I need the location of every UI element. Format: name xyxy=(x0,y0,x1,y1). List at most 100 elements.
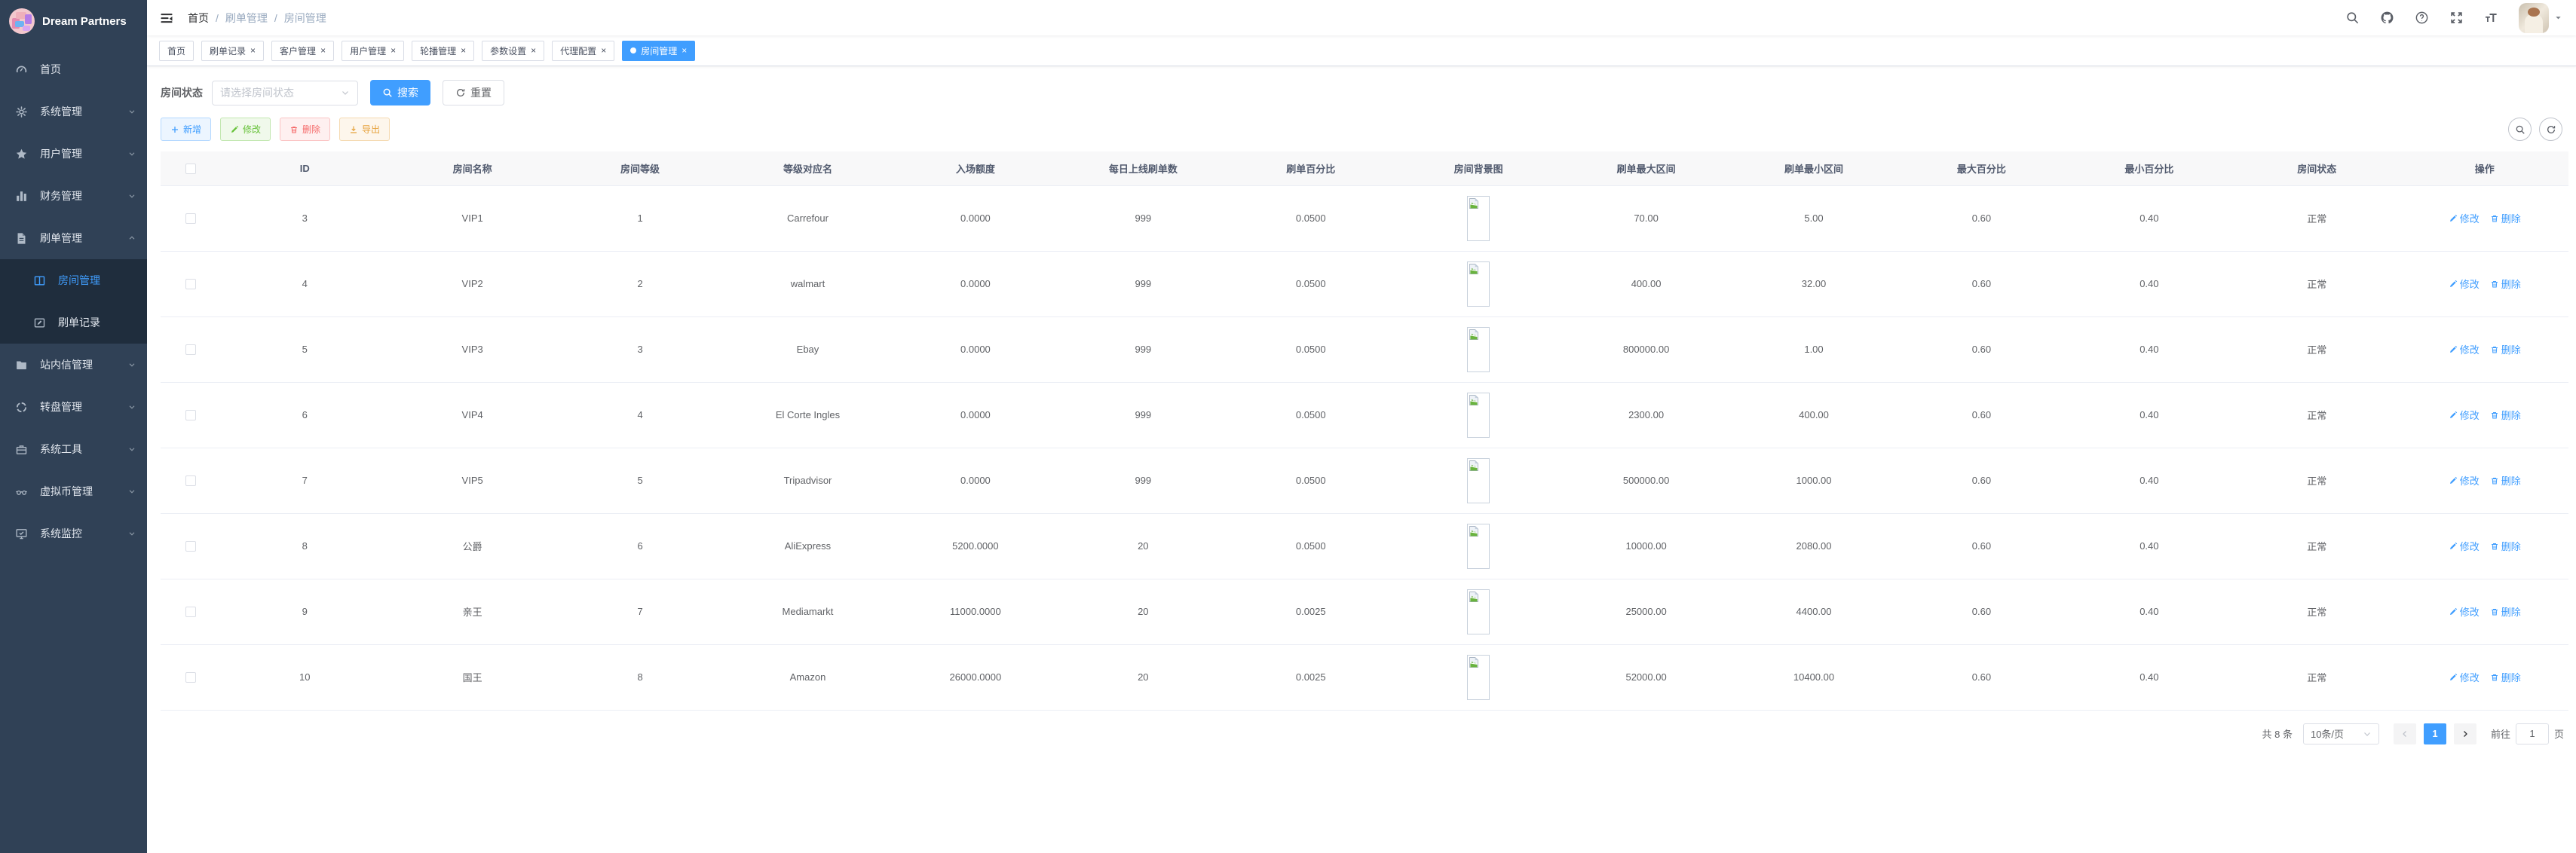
row-checkbox[interactable] xyxy=(185,410,196,420)
refresh-icon[interactable] xyxy=(2539,118,2562,141)
cell-min_range: 32.00 xyxy=(1730,251,1898,316)
row-checkbox[interactable] xyxy=(185,672,196,683)
room-background-image[interactable] xyxy=(1467,261,1490,307)
close-icon[interactable]: × xyxy=(250,46,256,55)
cell-actions: 修改删除 xyxy=(2400,579,2568,644)
row-edit-link[interactable]: 修改 xyxy=(2449,604,2480,619)
sidebar-subitem-刷单记录[interactable]: 刷单记录 xyxy=(0,301,147,344)
row-checkbox[interactable] xyxy=(185,607,196,617)
tab-房间管理[interactable]: 房间管理× xyxy=(622,41,695,61)
search-icon[interactable] xyxy=(2345,11,2360,25)
tab-轮播管理[interactable]: 轮播管理× xyxy=(412,41,474,61)
tab-首页[interactable]: 首页 xyxy=(159,41,194,61)
next-page-button[interactable] xyxy=(2454,723,2476,744)
close-icon[interactable]: × xyxy=(682,46,687,55)
cell-background-image xyxy=(1395,579,1562,644)
tab-刷单记录[interactable]: 刷单记录× xyxy=(201,41,264,61)
row-delete-link[interactable]: 删除 xyxy=(2490,539,2521,553)
close-icon[interactable]: × xyxy=(391,46,396,55)
font-size-icon[interactable] xyxy=(2484,11,2498,25)
room-background-image[interactable] xyxy=(1467,393,1490,438)
close-icon[interactable]: × xyxy=(531,46,536,55)
close-icon[interactable]: × xyxy=(601,46,606,55)
reset-button[interactable]: 重置 xyxy=(443,80,504,105)
delete-button[interactable]: 删除 xyxy=(280,118,330,141)
select-all-checkbox[interactable] xyxy=(185,164,196,174)
page-content: 房间状态 请选择房间状态 搜索 重置 xyxy=(147,66,2576,853)
row-checkbox[interactable] xyxy=(185,541,196,552)
room-status-select[interactable]: 请选择房间状态 xyxy=(212,81,358,105)
row-checkbox[interactable] xyxy=(185,279,196,289)
row-delete-link[interactable]: 删除 xyxy=(2490,342,2521,356)
sidebar-item-系统工具[interactable]: 系统工具 xyxy=(0,428,147,470)
cell-entry: 11000.0000 xyxy=(892,579,1059,644)
sidebar-item-用户管理[interactable]: 用户管理 xyxy=(0,133,147,175)
sidebar-item-系统监控[interactable]: 系统监控 xyxy=(0,512,147,555)
row-delete-link[interactable]: 删除 xyxy=(2490,604,2521,619)
add-button[interactable]: 新增 xyxy=(161,118,211,141)
room-background-image[interactable] xyxy=(1467,196,1490,241)
fullscreen-icon[interactable] xyxy=(2449,11,2464,25)
user-menu[interactable] xyxy=(2519,3,2562,33)
page-size-select[interactable]: 10条/页 xyxy=(2303,723,2379,744)
page-number-button[interactable]: 1 xyxy=(2424,723,2446,744)
close-icon[interactable]: × xyxy=(461,46,466,55)
sidebar-item-刷单管理[interactable]: 刷单管理 xyxy=(0,217,147,259)
room-background-image[interactable] xyxy=(1467,655,1490,700)
row-delete-link[interactable]: 删除 xyxy=(2490,211,2521,225)
cell-status: 正常 xyxy=(2233,513,2400,579)
room-background-image[interactable] xyxy=(1467,458,1490,503)
cell-status: 正常 xyxy=(2233,316,2400,382)
sidebar-item-财务管理[interactable]: 财务管理 xyxy=(0,175,147,217)
cell-entry: 0.0000 xyxy=(892,448,1059,513)
cell-level_name: AliExpress xyxy=(724,513,891,579)
sidebar-item-首页[interactable]: 首页 xyxy=(0,48,147,90)
breadcrumb-item[interactable]: 刷单管理 xyxy=(225,11,268,26)
sidebar-item-label: 虚拟币管理 xyxy=(40,484,127,499)
row-edit-link[interactable]: 修改 xyxy=(2449,342,2480,356)
column-header-刷单最大区间: 刷单最大区间 xyxy=(1562,151,1729,185)
cell-entry: 5200.0000 xyxy=(892,513,1059,579)
breadcrumb-home[interactable]: 首页 xyxy=(188,11,209,26)
tab-参数设置[interactable]: 参数设置× xyxy=(482,41,544,61)
export-button[interactable]: 导出 xyxy=(339,118,390,141)
row-checkbox[interactable] xyxy=(185,213,196,224)
sidebar-subitem-房间管理[interactable]: 房间管理 xyxy=(0,259,147,301)
document-icon xyxy=(15,232,28,245)
tab-代理配置[interactable]: 代理配置× xyxy=(552,41,614,61)
cell-name: VIP5 xyxy=(388,448,556,513)
sidebar-item-站内信管理[interactable]: 站内信管理 xyxy=(0,344,147,386)
edit-button[interactable]: 修改 xyxy=(220,118,271,141)
tab-用户管理[interactable]: 用户管理× xyxy=(342,41,404,61)
goto-page-input[interactable] xyxy=(2516,723,2549,744)
room-background-image[interactable] xyxy=(1467,524,1490,569)
row-checkbox[interactable] xyxy=(185,475,196,486)
question-icon[interactable] xyxy=(2415,11,2429,25)
chevron-down-icon xyxy=(127,107,136,116)
row-edit-link[interactable]: 修改 xyxy=(2449,539,2480,553)
close-icon[interactable]: × xyxy=(320,46,326,55)
sidebar-item-虚拟币管理[interactable]: 虚拟币管理 xyxy=(0,470,147,512)
row-edit-link[interactable]: 修改 xyxy=(2449,211,2480,225)
row-edit-link[interactable]: 修改 xyxy=(2449,473,2480,488)
row-checkbox[interactable] xyxy=(185,344,196,355)
row-edit-link[interactable]: 修改 xyxy=(2449,670,2480,684)
row-edit-link[interactable]: 修改 xyxy=(2449,277,2480,291)
row-edit-label: 修改 xyxy=(2460,277,2480,291)
row-delete-link[interactable]: 删除 xyxy=(2490,408,2521,422)
sidebar-item-系统管理[interactable]: 系统管理 xyxy=(0,90,147,133)
room-background-image[interactable] xyxy=(1467,589,1490,634)
github-icon[interactable] xyxy=(2380,11,2394,25)
room-background-image[interactable] xyxy=(1467,327,1490,372)
prev-page-button[interactable] xyxy=(2394,723,2416,744)
row-delete-link[interactable]: 删除 xyxy=(2490,473,2521,488)
toggle-search-icon[interactable] xyxy=(2508,118,2532,141)
row-delete-link[interactable]: 删除 xyxy=(2490,670,2521,684)
row-edit-link[interactable]: 修改 xyxy=(2449,408,2480,422)
search-button[interactable]: 搜索 xyxy=(370,80,430,105)
tab-客户管理[interactable]: 客户管理× xyxy=(271,41,334,61)
row-delete-link[interactable]: 删除 xyxy=(2490,277,2521,291)
avatar[interactable] xyxy=(2519,3,2549,33)
hamburger-icon[interactable] xyxy=(159,11,174,26)
sidebar-item-转盘管理[interactable]: 转盘管理 xyxy=(0,386,147,428)
